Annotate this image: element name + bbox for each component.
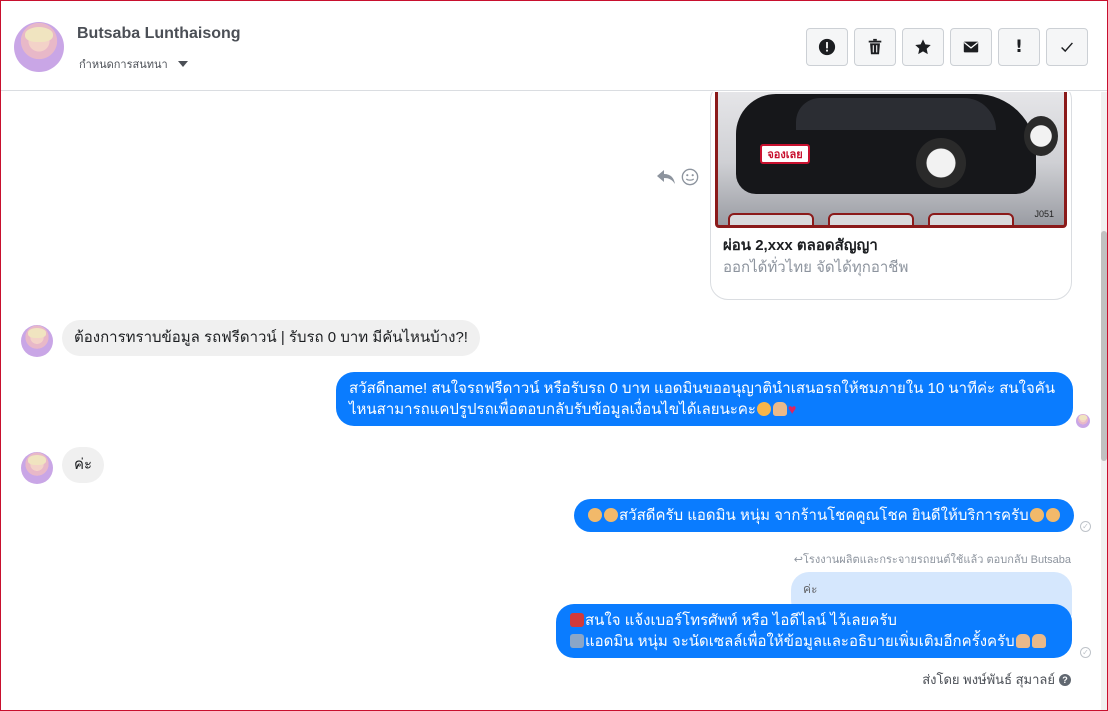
star-icon	[915, 39, 931, 55]
telephone-emoji-icon	[570, 613, 584, 627]
message-text-line: ไหนสามารถแคปรูปรถเพื่อตอบกลับรับข้อมูลเง…	[349, 401, 756, 418]
spam-button[interactable]	[806, 28, 848, 66]
plate-sticker: จองเลย	[760, 144, 810, 164]
sender-avatar[interactable]	[21, 452, 53, 484]
man-emoji-icon	[604, 508, 618, 522]
sender-avatar[interactable]	[21, 325, 53, 357]
check-icon	[1061, 42, 1073, 53]
message-text: ต้องการทราบข้อมูล รถฟรีดาวน์ | รับรถ 0 บ…	[74, 329, 468, 346]
contact-name[interactable]: Butsaba Lunthaisong	[77, 25, 241, 43]
assign-conversation-dropdown[interactable]: กำหนดการสนทนา	[79, 55, 188, 73]
blush-emoji-icon	[756, 402, 771, 416]
seen-avatar	[1076, 414, 1090, 428]
exclamation-icon: !	[1015, 37, 1023, 57]
incoming-message[interactable]: ค่ะ	[62, 447, 105, 483]
reply-icon[interactable]	[656, 168, 676, 186]
image-code: J051	[1034, 209, 1054, 219]
reply-arrow-icon: ↩	[793, 554, 804, 566]
follow-up-button[interactable]: !	[998, 28, 1040, 66]
outgoing-message[interactable]: สวัสดีครับ แอดมิน หนุ่ม จากร้านโชคคูณโชค…	[574, 499, 1074, 532]
sent-by-label: ส่งโดย พงษ์พันธ์ สุมาลย์ ?	[922, 669, 1071, 690]
incoming-message[interactable]: ต้องการทราบข้อมูล รถฟรีดาวน์ | รับรถ 0 บ…	[62, 320, 480, 356]
message-text: ค่ะ	[74, 456, 93, 473]
scrollbar-thumb[interactable]	[1101, 231, 1107, 461]
reply-context-label: ↩โรงงานผลิตและกระจายรถยนต์ใช้แล้ว ตอบกลั…	[793, 554, 1071, 566]
caret-down-icon	[177, 61, 188, 67]
help-icon[interactable]: ?	[1059, 673, 1071, 686]
outgoing-message[interactable]: สวัสดีname! สนใจรถฟรีดาวน์ หรือรับรถ 0 บ…	[336, 372, 1073, 426]
message-text: สวัสดีครับ แอดมิน หนุ่ม จากร้านโชคคูณโชค…	[619, 507, 1029, 524]
sent-check-icon: ✓	[1080, 647, 1091, 658]
assign-conversation-label: กำหนดการสนทนา	[79, 59, 168, 71]
conversation-toolbar: !	[806, 28, 1088, 66]
card-subtitle: ออกได้ทั่วไทย จัดได้ทุกอาชีพ	[723, 259, 909, 276]
mail-icon	[963, 41, 979, 53]
sent-check-icon: ✓	[1080, 521, 1091, 532]
message-text-line: แอดมิน หนุ่ม จะนัดเซลล์เพื่อให้ข้อมูลและ…	[585, 633, 1015, 650]
delete-button[interactable]	[854, 28, 896, 66]
message-list[interactable]: จองเลย J051 ผ่อน 2,xxx ตลอดสัญญา ออกได้ท…	[1, 92, 1107, 710]
star-button[interactable]	[902, 28, 944, 66]
heart-emoji-icon: ♥	[787, 401, 797, 417]
car-photo: จองเลย J051	[715, 92, 1067, 228]
man-emoji-icon	[588, 508, 602, 522]
card-title: ผ่อน 2,xxx ตลอดสัญญา	[723, 237, 878, 254]
emoji-reaction-icon[interactable]	[681, 168, 699, 186]
trash-icon	[868, 38, 882, 55]
conversation-header: Butsaba Lunthaisong กำหนดการสนทนา !	[1, 1, 1107, 91]
spam-icon	[818, 38, 836, 56]
outgoing-message[interactable]: สนใจ แจ้งเบอร์โทรศัพท์ หรือ ไอดีไลน์ ไว้…	[556, 604, 1072, 658]
man-emoji-icon	[1029, 508, 1044, 522]
contact-avatar[interactable]	[14, 22, 64, 72]
mark-done-button[interactable]	[1046, 28, 1088, 66]
message-text-line: สวัสดีname! สนใจรถฟรีดาวน์ หรือรับรถ 0 บ…	[349, 380, 1056, 397]
man-emoji-icon	[1045, 508, 1060, 522]
mark-unread-button[interactable]	[950, 28, 992, 66]
pray-emoji-icon	[772, 402, 787, 416]
pray-emoji-icon	[1031, 634, 1046, 648]
quoted-text: ค่ะ	[803, 582, 818, 596]
message-text-line: สนใจ แจ้งเบอร์โทรศัพท์ หรือ ไอดีไลน์ ไว้…	[585, 612, 897, 629]
pray-emoji-icon	[1015, 634, 1030, 648]
people-emoji-icon	[570, 634, 584, 648]
shared-post-card[interactable]: จองเลย J051 ผ่อน 2,xxx ตลอดสัญญา ออกได้ท…	[710, 92, 1072, 300]
